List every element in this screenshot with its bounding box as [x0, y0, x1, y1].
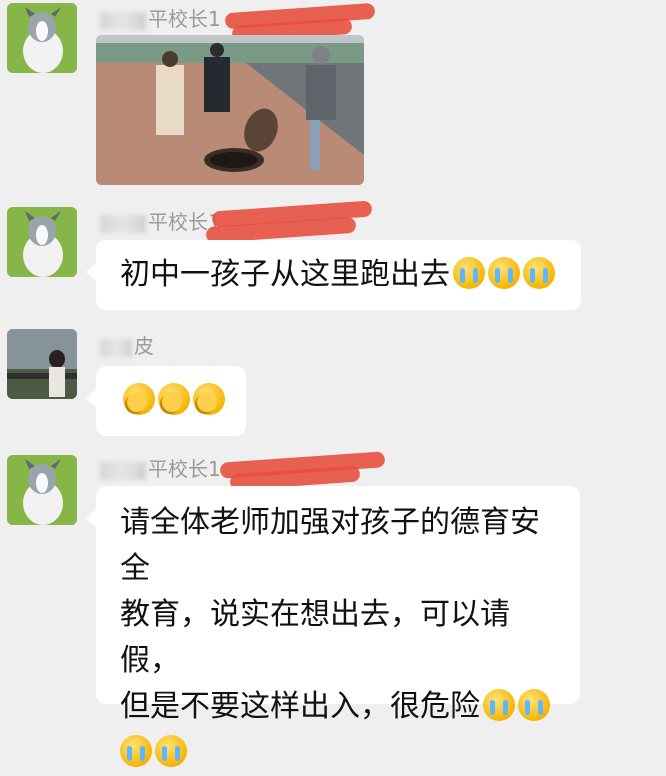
message-text: 初中一孩子从这里跑出去: [120, 257, 450, 292]
avatar[interactable]: [7, 329, 77, 399]
crying-face-icon: [518, 689, 550, 721]
avatar[interactable]: [7, 455, 77, 525]
avatar[interactable]: [7, 3, 77, 73]
message-photo[interactable]: [96, 35, 364, 185]
message-text-line: 教育，说实在想出去，可以请假，: [120, 597, 510, 678]
name-blur: [100, 338, 132, 357]
manhole-photo: [96, 35, 364, 185]
message-bubble[interactable]: [86, 366, 246, 436]
dog-avatar-image: [7, 455, 77, 525]
dog-avatar-image: [7, 207, 77, 277]
emoji-line: [120, 730, 562, 776]
avatar[interactable]: [7, 207, 77, 277]
sender-name: 平校长1: [100, 208, 221, 236]
crying-face-icon: [453, 257, 485, 289]
facepalm-icon: [158, 383, 190, 415]
message-bubble[interactable]: 初中一孩子从这里跑出去: [86, 240, 581, 310]
message-text-line-with-emoji: 但是不要这样出入，很危险: [120, 684, 562, 730]
name-blur: [100, 461, 146, 480]
crying-face-icon: [483, 689, 515, 721]
crying-face-icon: [120, 735, 152, 767]
sender-name: 平校长1: [100, 455, 221, 483]
facepalm-icon: [123, 383, 155, 415]
person-avatar-image: [7, 329, 77, 399]
message-text-line: 请全体老师加强对孩子的德育安全: [120, 505, 540, 586]
crying-face-icon: [523, 257, 555, 289]
facepalm-icon: [193, 383, 225, 415]
dog-avatar-image: [7, 3, 77, 73]
name-blur: [100, 214, 146, 233]
crying-face-icon: [488, 257, 520, 289]
crying-face-icon: [155, 735, 187, 767]
sender-name: 平校长1: [100, 5, 221, 33]
name-blur: [100, 11, 146, 30]
sender-name: 皮: [100, 332, 154, 360]
message-bubble[interactable]: 请全体老师加强对孩子的德育安全 教育，说实在想出去，可以请假， 但是不要这样出入…: [86, 486, 580, 767]
